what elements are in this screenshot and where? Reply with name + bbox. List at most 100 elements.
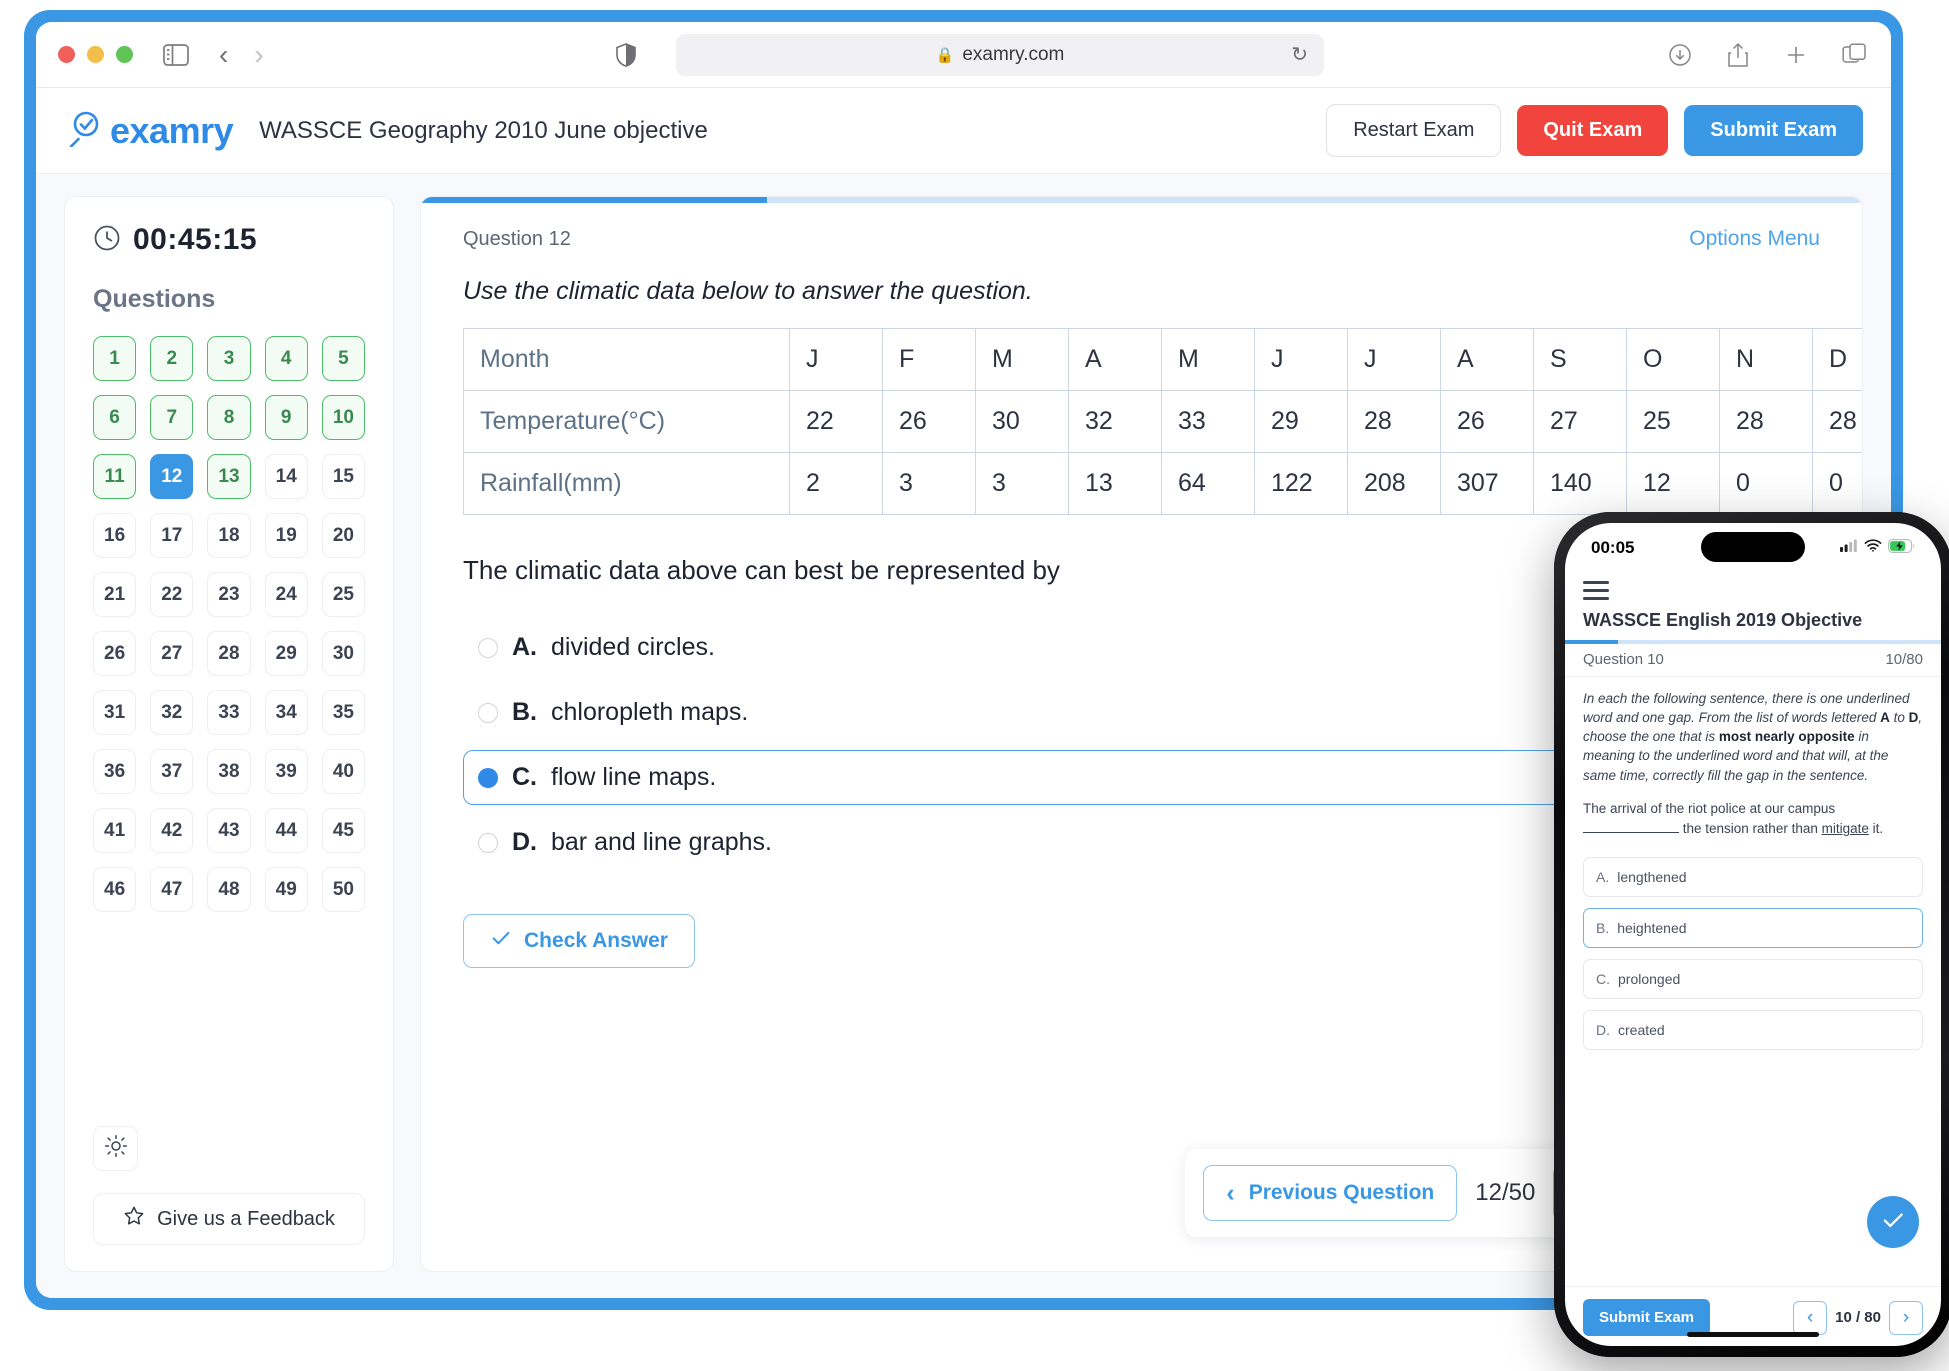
answer-text: chloropleth maps.: [551, 698, 749, 726]
maximize-window-button[interactable]: [116, 46, 133, 63]
sentence-part-1: The arrival of the riot police at our ca…: [1583, 800, 1836, 816]
question-number-cell[interactable]: 31: [93, 690, 137, 735]
sidebar-toggle-icon[interactable]: [163, 43, 189, 66]
phone-status-time: 00:05: [1591, 538, 1635, 557]
question-number-cell[interactable]: 17: [150, 513, 194, 558]
quit-exam-button[interactable]: Quit Exam: [1517, 105, 1669, 156]
question-number-cell[interactable]: 3: [207, 336, 251, 381]
question-number-cell[interactable]: 10: [321, 395, 365, 440]
examry-magnifier-check-logo: [64, 109, 102, 152]
question-number-cell[interactable]: 22: [150, 572, 194, 617]
radio-icon[interactable]: [478, 767, 498, 788]
question-number-cell[interactable]: 30: [321, 631, 365, 676]
question-number-cell[interactable]: 1: [93, 336, 137, 381]
question-number-cell[interactable]: 29: [264, 631, 308, 676]
question-number-cell[interactable]: 38: [207, 749, 251, 794]
question-number-cell[interactable]: 15: [321, 454, 365, 499]
question-number-cell[interactable]: 50: [321, 867, 365, 912]
question-number-cell[interactable]: 43: [207, 808, 251, 853]
question-number-cell[interactable]: 9: [264, 395, 308, 440]
question-number-cell[interactable]: 14: [264, 454, 308, 499]
question-number-cell[interactable]: 25: [321, 572, 365, 617]
minimize-window-button[interactable]: [87, 46, 104, 63]
radio-icon[interactable]: [478, 637, 498, 658]
battery-charging-icon: [1888, 538, 1915, 558]
question-number-cell[interactable]: 49: [264, 867, 308, 912]
answer-letter: C.: [512, 763, 537, 791]
phone-answer-option-a[interactable]: A. lengthened: [1583, 857, 1923, 898]
question-number-cell[interactable]: 48: [207, 867, 251, 912]
question-number-cell[interactable]: 39: [264, 749, 308, 794]
question-number-cell[interactable]: 21: [93, 572, 137, 617]
question-number-cell[interactable]: 32: [150, 690, 194, 735]
question-number-cell[interactable]: 12: [150, 454, 194, 499]
question-number-cell[interactable]: 23: [207, 572, 251, 617]
share-icon[interactable]: [1726, 42, 1750, 68]
previous-question-button[interactable]: ‹ Previous Question: [1203, 1165, 1458, 1221]
dynamic-island: [1701, 532, 1805, 562]
question-number-cell[interactable]: 44: [264, 808, 308, 853]
question-number-cell[interactable]: 19: [264, 513, 308, 558]
question-number-cell[interactable]: 24: [264, 572, 308, 617]
question-number-cell[interactable]: 18: [207, 513, 251, 558]
question-number-cell[interactable]: 42: [150, 808, 194, 853]
question-number-cell[interactable]: 47: [150, 867, 194, 912]
question-number-cell[interactable]: 2: [150, 336, 194, 381]
reload-icon[interactable]: ↻: [1291, 42, 1308, 67]
question-number-cell[interactable]: 8: [207, 395, 251, 440]
table-cell: 28: [1719, 390, 1813, 453]
phone-answer-letter: C.: [1596, 971, 1610, 988]
header-actions: Restart Exam Quit Exam Submit Exam: [1326, 104, 1863, 157]
table-cell: J: [789, 328, 883, 391]
question-number-cell[interactable]: 5: [321, 336, 365, 381]
question-number-cell[interactable]: 41: [93, 808, 137, 853]
back-chevron-icon[interactable]: ‹: [219, 40, 228, 69]
phone-answer-option-d[interactable]: D. created: [1583, 1010, 1923, 1051]
question-number-cell[interactable]: 6: [93, 395, 137, 440]
tab-overview-icon[interactable]: [1842, 42, 1867, 67]
close-window-button[interactable]: [58, 46, 75, 63]
question-number-cell[interactable]: 40: [321, 749, 365, 794]
question-number-cell[interactable]: 26: [93, 631, 137, 676]
chevron-left-icon: ‹: [1806, 1306, 1814, 1328]
question-number-cell[interactable]: 7: [150, 395, 194, 440]
question-number-cell[interactable]: 46: [93, 867, 137, 912]
question-number-cell[interactable]: 20: [321, 513, 365, 558]
theme-toggle-button[interactable]: [93, 1126, 138, 1171]
question-number-cell[interactable]: 45: [321, 808, 365, 853]
question-number-cell[interactable]: 35: [321, 690, 365, 735]
radio-icon[interactable]: [478, 702, 498, 723]
question-number-cell[interactable]: 4: [264, 336, 308, 381]
question-number-cell[interactable]: 28: [207, 631, 251, 676]
phone-submit-exam-button[interactable]: Submit Exam: [1583, 1299, 1711, 1336]
lock-icon: 🔒: [935, 46, 955, 64]
phone-next-question-button[interactable]: ›: [1889, 1300, 1923, 1335]
submit-exam-button[interactable]: Submit Exam: [1684, 105, 1863, 156]
examry-logo[interactable]: examry: [64, 109, 234, 152]
feedback-button[interactable]: Give us a Feedback: [93, 1193, 365, 1245]
question-number-cell[interactable]: 13: [207, 454, 251, 499]
forward-chevron-icon[interactable]: ›: [254, 40, 263, 69]
restart-exam-button[interactable]: Restart Exam: [1326, 104, 1502, 157]
new-tab-icon[interactable]: [1784, 43, 1808, 67]
phone-answer-option-c[interactable]: C. prolonged: [1583, 959, 1923, 1000]
address-bar[interactable]: 🔒 examry.com ↻: [676, 33, 1324, 76]
question-number-cell[interactable]: 11: [93, 454, 137, 499]
question-number-cell[interactable]: 16: [93, 513, 137, 558]
question-number-cell[interactable]: 27: [150, 631, 194, 676]
hamburger-menu-icon[interactable]: [1583, 581, 1609, 600]
phone-confirm-fab-button[interactable]: [1867, 1196, 1919, 1248]
check-answer-button[interactable]: Check Answer: [463, 914, 695, 968]
question-number-cell[interactable]: 33: [207, 690, 251, 735]
phone-previous-question-button[interactable]: ‹: [1793, 1300, 1828, 1335]
table-cell: 307: [1440, 452, 1534, 515]
downloads-icon[interactable]: [1668, 43, 1692, 67]
question-number-cell[interactable]: 37: [150, 749, 194, 794]
phone-question-number-label: Question 10: [1583, 651, 1664, 668]
phone-answer-option-b[interactable]: B. heightened: [1583, 908, 1923, 949]
question-number-cell[interactable]: 36: [93, 749, 137, 794]
question-number-cell[interactable]: 34: [264, 690, 308, 735]
options-menu-link[interactable]: Options Menu: [1689, 227, 1820, 251]
privacy-shield-icon[interactable]: [616, 42, 636, 67]
radio-icon[interactable]: [478, 832, 498, 853]
